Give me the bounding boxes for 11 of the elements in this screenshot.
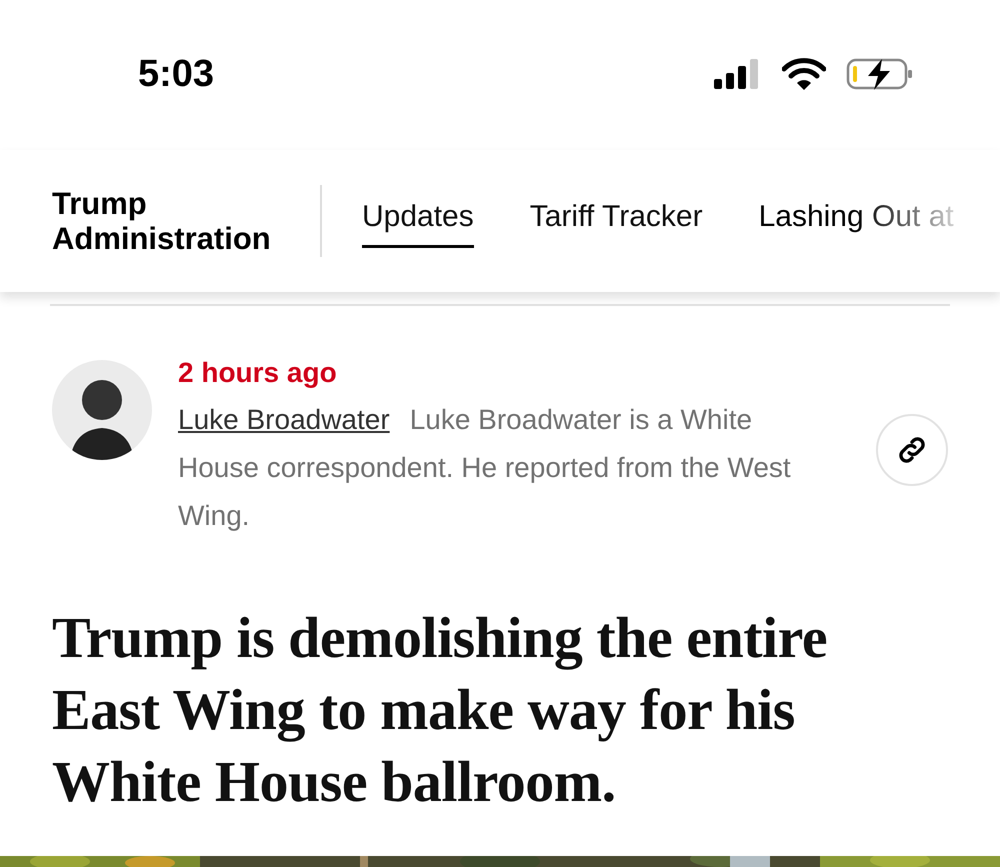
section-title[interactable]: Trump Administration [52, 186, 302, 256]
nav-tab[interactable]: Updates [362, 194, 474, 248]
author-bio: Luke Broadwater Luke Broadwater is a White House correspondent. He reported from the West Wing. [178, 403, 792, 533]
nav-tab[interactable]: Tariff Tracker [530, 194, 703, 248]
charging-battery-icon [846, 57, 914, 91]
author-link[interactable]: Luke Broadwater [178, 404, 390, 435]
wifi-icon [782, 58, 826, 90]
headline: Trump is demolishing the entire East Wing to make way for his White House ballroom. [52, 604, 828, 816]
share-link-button[interactable] [876, 414, 948, 486]
status-time: 5:03 [138, 52, 214, 96]
timestamp: 2 hours ago [178, 356, 338, 390]
